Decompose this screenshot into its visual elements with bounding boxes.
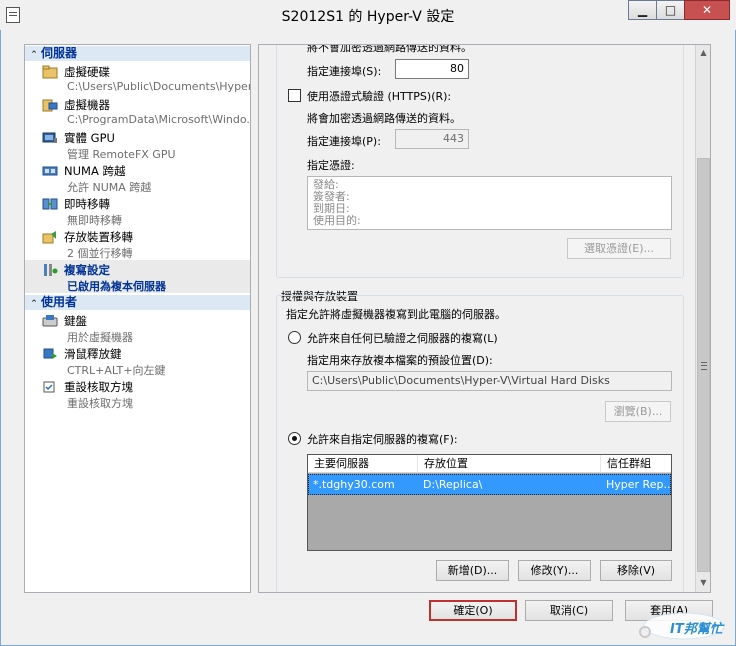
nav-item-sub: 已啟用為複本伺服器	[67, 280, 166, 293]
radio-specified-servers-label[interactable]: 允許來自指定伺服器的複寫(F):	[307, 431, 458, 447]
settings-details-pane: 將不會加密透過網路傳送的資料。 指定連接埠(S): 80 使用憑證式驗證 (HT…	[258, 44, 711, 593]
nav-item-sub: 2 個並行移轉	[67, 247, 133, 260]
allowed-servers-list[interactable]: 主要伺服器 存放位置 信任群組 *.tdghy30.com D:\Replica…	[307, 454, 672, 551]
maximize-button[interactable]: □	[656, 0, 685, 20]
scroll-up-icon[interactable]: ▲	[696, 45, 710, 61]
ithome-watermark: IT邦幫忙	[636, 606, 732, 642]
ok-button[interactable]: 確定(O)	[429, 600, 517, 621]
nav-item-mouse-release-key[interactable]: 滑鼠釋放鍵 CTRL+ALT+向左鍵	[25, 344, 250, 377]
cancel-button[interactable]: 取消(C)	[525, 600, 613, 621]
nav-item-sub: 管理 RemoteFX GPU	[67, 148, 176, 161]
table-row[interactable]: *.tdghy30.com D:\Replica\ Hyper Rep...	[308, 474, 671, 495]
collapse-icon[interactable]: ⌃	[27, 297, 41, 312]
category-server[interactable]: ⌃ 伺服器	[25, 46, 250, 61]
row-storage-location: D:\Replica\	[423, 478, 483, 491]
nav-item-storage-migration[interactable]: 存放裝置移轉 2 個並行移轉	[25, 227, 250, 260]
http-note: 將不會加密透過網路傳送的資料。	[307, 44, 472, 54]
category-server-label: 伺服器	[41, 46, 78, 60]
certificate-label: 指定憑證:	[307, 159, 355, 172]
https-checkbox[interactable]	[288, 89, 301, 102]
nav-item-keyboard[interactable]: 鍵盤 用於虛擬機器	[25, 311, 250, 344]
https-note: 將會加密透過網路傳送的資料。	[307, 112, 461, 125]
numa-icon	[42, 166, 58, 176]
category-user-label: 使用者	[41, 295, 78, 309]
storage-migration-icon	[42, 231, 56, 244]
nav-item-label: NUMA 跨越	[64, 164, 126, 178]
browse-button[interactable]: 瀏覽(B)...	[605, 401, 671, 422]
nav-item-label: 存放裝置移轉	[64, 230, 133, 244]
nav-item-numa-spanning[interactable]: NUMA 跨越 允許 NUMA 跨越	[25, 161, 250, 194]
nav-item-replication-configuration[interactable]: 複寫設定 已啟用為複本伺服器	[25, 260, 250, 293]
https-port-input[interactable]: 443	[395, 129, 469, 149]
nav-item-label: 重設核取方塊	[64, 380, 133, 394]
settings-nav-pane[interactable]: ⌃ 伺服器 虛擬硬碟 C:\Users\Public\Documents\Hype…	[24, 44, 251, 593]
nav-item-label: 鍵盤	[64, 314, 87, 328]
nav-item-label: 實體 GPU	[64, 131, 115, 145]
nav-item-label: 虛擬硬碟	[64, 65, 110, 79]
minimize-icon: ▁	[637, 3, 648, 17]
default-location-label: 指定用來存放複本檔案的預設位置(D):	[307, 354, 493, 367]
mouse-release-icon	[43, 348, 57, 359]
keyboard-icon	[42, 315, 58, 327]
nav-item-sub: C:\Users\Public\Documents\Hyper-...	[67, 80, 251, 93]
row-trust-group: Hyper Rep...	[606, 478, 672, 491]
http-port-label: 指定連接埠(S):	[307, 65, 382, 78]
http-port-input[interactable]: 80	[395, 59, 469, 79]
nav-item-reset-check-boxes[interactable]: 重設核取方塊 重設核取方塊	[25, 377, 250, 410]
certificate-info-box: 發給: 簽發者: 到期日: 使用目的:	[307, 176, 672, 230]
cert-intended-purpose: 使用目的:	[313, 214, 361, 227]
nav-item-live-migration[interactable]: 即時移轉 無即時移轉	[25, 194, 250, 227]
https-port-label: 指定連接埠(P):	[307, 135, 381, 148]
nav-item-virtual-hard-disks[interactable]: 虛擬硬碟 C:\Users\Public\Documents\Hyper-...	[25, 62, 250, 95]
close-button[interactable]: ✕	[684, 0, 730, 20]
category-user[interactable]: ⌃ 使用者	[25, 295, 250, 310]
select-certificate-button[interactable]: 選取憑證(E)...	[567, 238, 671, 259]
row-primary-server: *.tdghy30.com	[313, 478, 395, 491]
add-server-button[interactable]: 新增(D)...	[436, 560, 509, 581]
nav-item-physical-gpu[interactable]: 實體 GPU 管理 RemoteFX GPU	[25, 128, 250, 161]
default-location-input[interactable]: C:\Users\Public\Documents\Hyper-V\Virtua…	[307, 371, 672, 391]
authorization-description: 指定允許將虛擬機器複寫到此電腦的伺服器。	[286, 308, 506, 321]
nav-item-label: 複寫設定	[64, 263, 110, 277]
column-trust-group[interactable]: 信任群組	[601, 455, 671, 472]
collapse-icon[interactable]: ⌃	[27, 48, 41, 63]
nav-item-sub: CTRL+ALT+向左鍵	[67, 364, 166, 377]
title-bar[interactable]: S2012S1 的 Hyper-V 設定 ▁ □ ✕	[0, 0, 736, 30]
replication-tools-icon	[44, 264, 58, 276]
reset-checkbox-icon	[43, 381, 55, 393]
gpu-icon	[42, 132, 57, 143]
close-icon: ✕	[701, 3, 713, 17]
scroll-thumb[interactable]	[697, 158, 710, 572]
edit-server-button[interactable]: 修改(Y)...	[518, 560, 591, 581]
nav-item-sub: C:\ProgramData\Microsoft\Windo...	[67, 113, 251, 126]
nav-item-label: 滑鼠釋放鍵	[64, 347, 122, 361]
column-primary-server[interactable]: 主要伺服器	[308, 455, 418, 472]
nav-item-sub: 重設核取方塊	[67, 397, 133, 410]
watermark-text: IT邦幫忙	[670, 622, 723, 637]
nav-item-sub: 無即時移轉	[67, 214, 122, 227]
nav-item-sub: 允許 NUMA 跨越	[67, 181, 152, 194]
list-header: 主要伺服器 存放位置 信任群組	[308, 455, 671, 473]
remove-server-button[interactable]: 移除(V)	[600, 560, 672, 581]
vm-folder-icon	[42, 99, 58, 112]
maximize-icon: □	[664, 3, 677, 17]
https-checkbox-label[interactable]: 使用憑證式驗證 (HTTPS)(R):	[307, 88, 451, 104]
vertical-scrollbar[interactable]: ▲ ▼	[695, 45, 710, 592]
nav-item-label: 虛擬機器	[64, 98, 110, 112]
radio-specified-servers[interactable]	[288, 432, 301, 445]
minimize-button[interactable]: ▁	[628, 0, 657, 20]
radio-any-authenticated-server-label[interactable]: 允許來自任何已驗證之伺服器的複寫(L)	[307, 330, 498, 346]
nav-item-label: 即時移轉	[64, 197, 110, 211]
column-storage-location[interactable]: 存放位置	[418, 455, 601, 472]
window-title: S2012S1 的 Hyper-V 設定	[281, 9, 455, 25]
scroll-down-icon[interactable]: ▼	[696, 575, 710, 591]
nav-item-virtual-machines[interactable]: 虛擬機器 C:\ProgramData\Microsoft\Windo...	[25, 95, 250, 128]
radio-any-authenticated-server[interactable]	[288, 331, 301, 344]
folder-icon	[42, 65, 58, 79]
nav-item-sub: 用於虛擬機器	[67, 331, 133, 344]
live-migration-icon	[42, 198, 58, 210]
